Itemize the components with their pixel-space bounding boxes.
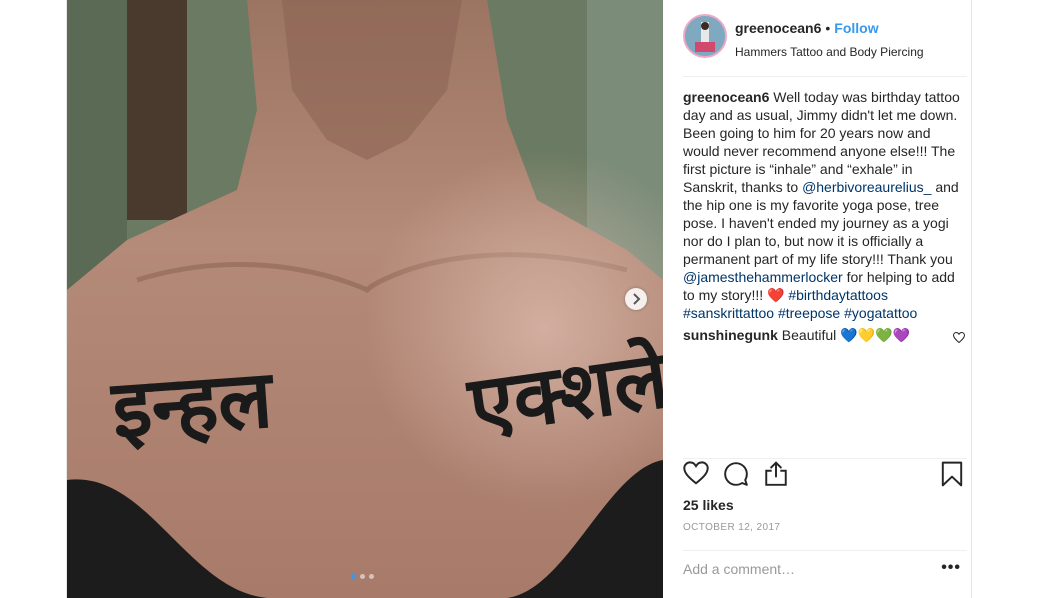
post-photo[interactable]: इन्हल एक्शले: [67, 0, 663, 598]
share-icon: [765, 461, 787, 486]
carousel-next-button[interactable]: [625, 288, 647, 310]
avatar[interactable]: [683, 14, 727, 58]
carousel-dot: [360, 574, 365, 579]
caption-username[interactable]: greenocean6: [683, 89, 769, 105]
heart-icon: [952, 331, 966, 344]
comment-username[interactable]: sunshinegunk: [683, 327, 778, 343]
more-options-button[interactable]: •••: [941, 559, 961, 577]
comments-section: greenocean6 Well today was birthday tatt…: [683, 88, 966, 347]
comment-item: sunshinegunk Beautiful 💙💛💚💜: [683, 326, 966, 347]
header-separator: •: [825, 20, 831, 36]
hashtag-link[interactable]: #birthdaytattoos: [788, 287, 888, 303]
comment-text: Beautiful 💙💛💚💜: [777, 327, 910, 343]
carousel-dot: [351, 574, 356, 579]
chevron-right-icon: [633, 293, 641, 305]
hashtag-link[interactable]: #yogatattoo: [844, 305, 917, 321]
save-button[interactable]: [941, 461, 963, 492]
caption: greenocean6 Well today was birthday tatt…: [683, 88, 963, 322]
likes-count[interactable]: 25 likes: [683, 497, 734, 513]
carousel-indicator: [351, 574, 374, 579]
tattoo-left-text: इन्हल: [107, 352, 278, 456]
bookmark-icon: [941, 461, 963, 487]
post-container: इन्हल एक्शले greenocean6 • Follow Hammer…: [66, 0, 972, 598]
like-button[interactable]: [683, 461, 709, 490]
hashtag-link[interactable]: #sanskrittattoo: [683, 305, 774, 321]
comment-button[interactable]: [723, 461, 749, 492]
location-link[interactable]: Hammers Tattoo and Body Piercing: [735, 45, 924, 59]
mention-link[interactable]: @herbivoreaurelius_: [802, 179, 931, 195]
heart-icon: [683, 461, 709, 485]
comment-like-button[interactable]: [952, 329, 966, 347]
post-header: greenocean6 • Follow Hammers Tattoo and Bo…: [683, 14, 967, 77]
comment-bar: Add a comment… •••: [683, 550, 967, 591]
mention-link[interactable]: @jamesthehammerlocker: [683, 269, 843, 285]
hashtag-link[interactable]: #treepose: [778, 305, 840, 321]
follow-button[interactable]: Follow: [834, 20, 878, 36]
header-username[interactable]: greenocean6: [735, 20, 821, 36]
add-comment-input[interactable]: Add a comment…: [683, 561, 795, 577]
action-bar: [683, 458, 967, 491]
comment-icon: [724, 462, 748, 486]
post-sidebar: greenocean6 • Follow Hammers Tattoo and Bo…: [663, 0, 971, 598]
avatar-image: [685, 16, 725, 56]
post-date: OCTOBER 12, 2017: [683, 522, 781, 533]
share-button[interactable]: [763, 461, 789, 492]
carousel-dot: [369, 574, 374, 579]
tattoo-photo-image: इन्हल एक्शले: [67, 0, 663, 598]
